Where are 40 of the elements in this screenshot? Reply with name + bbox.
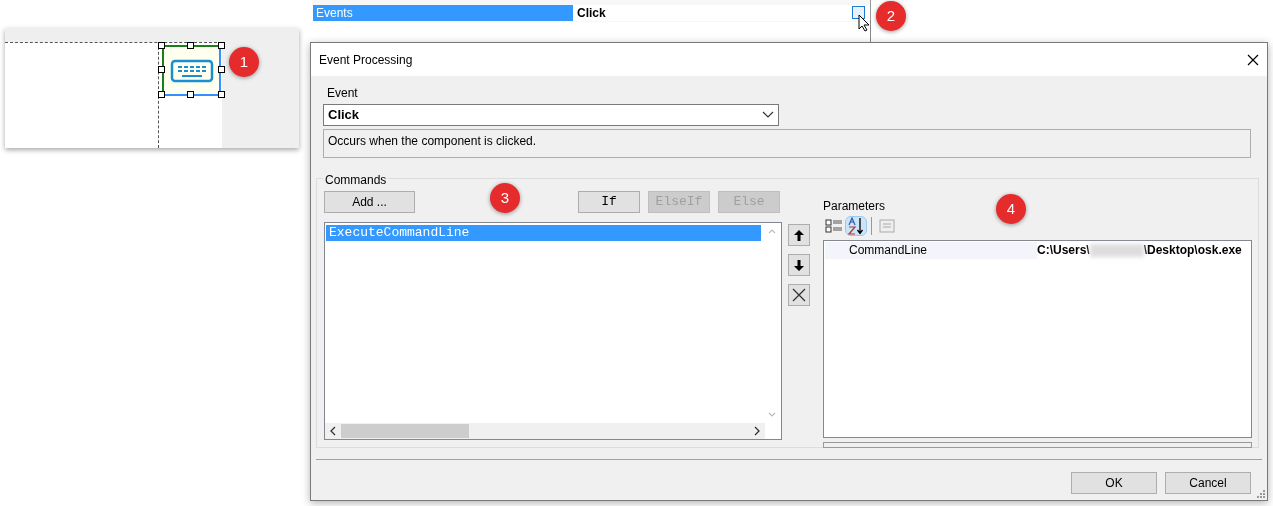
move-up-button[interactable] xyxy=(788,224,810,246)
scroll-left-icon[interactable] xyxy=(329,426,337,436)
window-title: Event Processing xyxy=(319,51,413,69)
move-down-button[interactable] xyxy=(788,254,810,276)
resize-handle[interactable] xyxy=(158,66,165,73)
arrow-up-icon xyxy=(794,229,804,241)
resize-handle[interactable] xyxy=(187,42,194,49)
resize-handle[interactable] xyxy=(158,91,165,98)
close-icon xyxy=(1247,53,1259,66)
description-text: Occurs when the component is clicked. xyxy=(323,129,1251,158)
scrollbar-thumb[interactable] xyxy=(341,424,469,438)
event-dropdown[interactable]: Click xyxy=(323,104,779,126)
horizontal-scrollbar[interactable] xyxy=(325,423,765,439)
resize-handle[interactable] xyxy=(158,42,165,49)
ok-button[interactable]: OK xyxy=(1071,472,1157,494)
property-value: Click xyxy=(576,5,607,21)
sort-alphabetical-icon[interactable] xyxy=(845,216,867,236)
redaction-blur xyxy=(1089,244,1144,257)
add-button[interactable]: Add ... xyxy=(324,191,415,213)
field-label: Event xyxy=(326,85,359,102)
resize-handle[interactable] xyxy=(218,91,225,98)
step-badge: 2 xyxy=(876,1,906,31)
parameter-value: C:\Users\ xyxy=(1037,242,1090,259)
close-button[interactable] xyxy=(1247,53,1259,66)
delete-button[interactable] xyxy=(788,284,810,306)
scroll-right-icon[interactable] xyxy=(753,426,761,436)
delete-icon xyxy=(792,288,806,302)
section-label: Parameters xyxy=(823,198,886,215)
arrow-down-icon xyxy=(794,259,804,271)
keyboard-icon xyxy=(169,58,214,83)
cancel-button[interactable]: Cancel xyxy=(1165,472,1251,494)
resize-handle[interactable] xyxy=(187,91,194,98)
chevron-down-icon xyxy=(762,111,774,119)
branch-button[interactable]: If xyxy=(578,191,640,213)
resize-handle[interactable] xyxy=(218,42,225,49)
resize-grip-icon[interactable] xyxy=(1257,490,1265,498)
parameter-name[interactable]: CommandLine xyxy=(825,242,1037,259)
resize-handle[interactable] xyxy=(218,66,225,73)
parameter-value: \Desktop\osk.exe xyxy=(1143,242,1242,259)
keyboard-button-component[interactable] xyxy=(162,45,221,96)
